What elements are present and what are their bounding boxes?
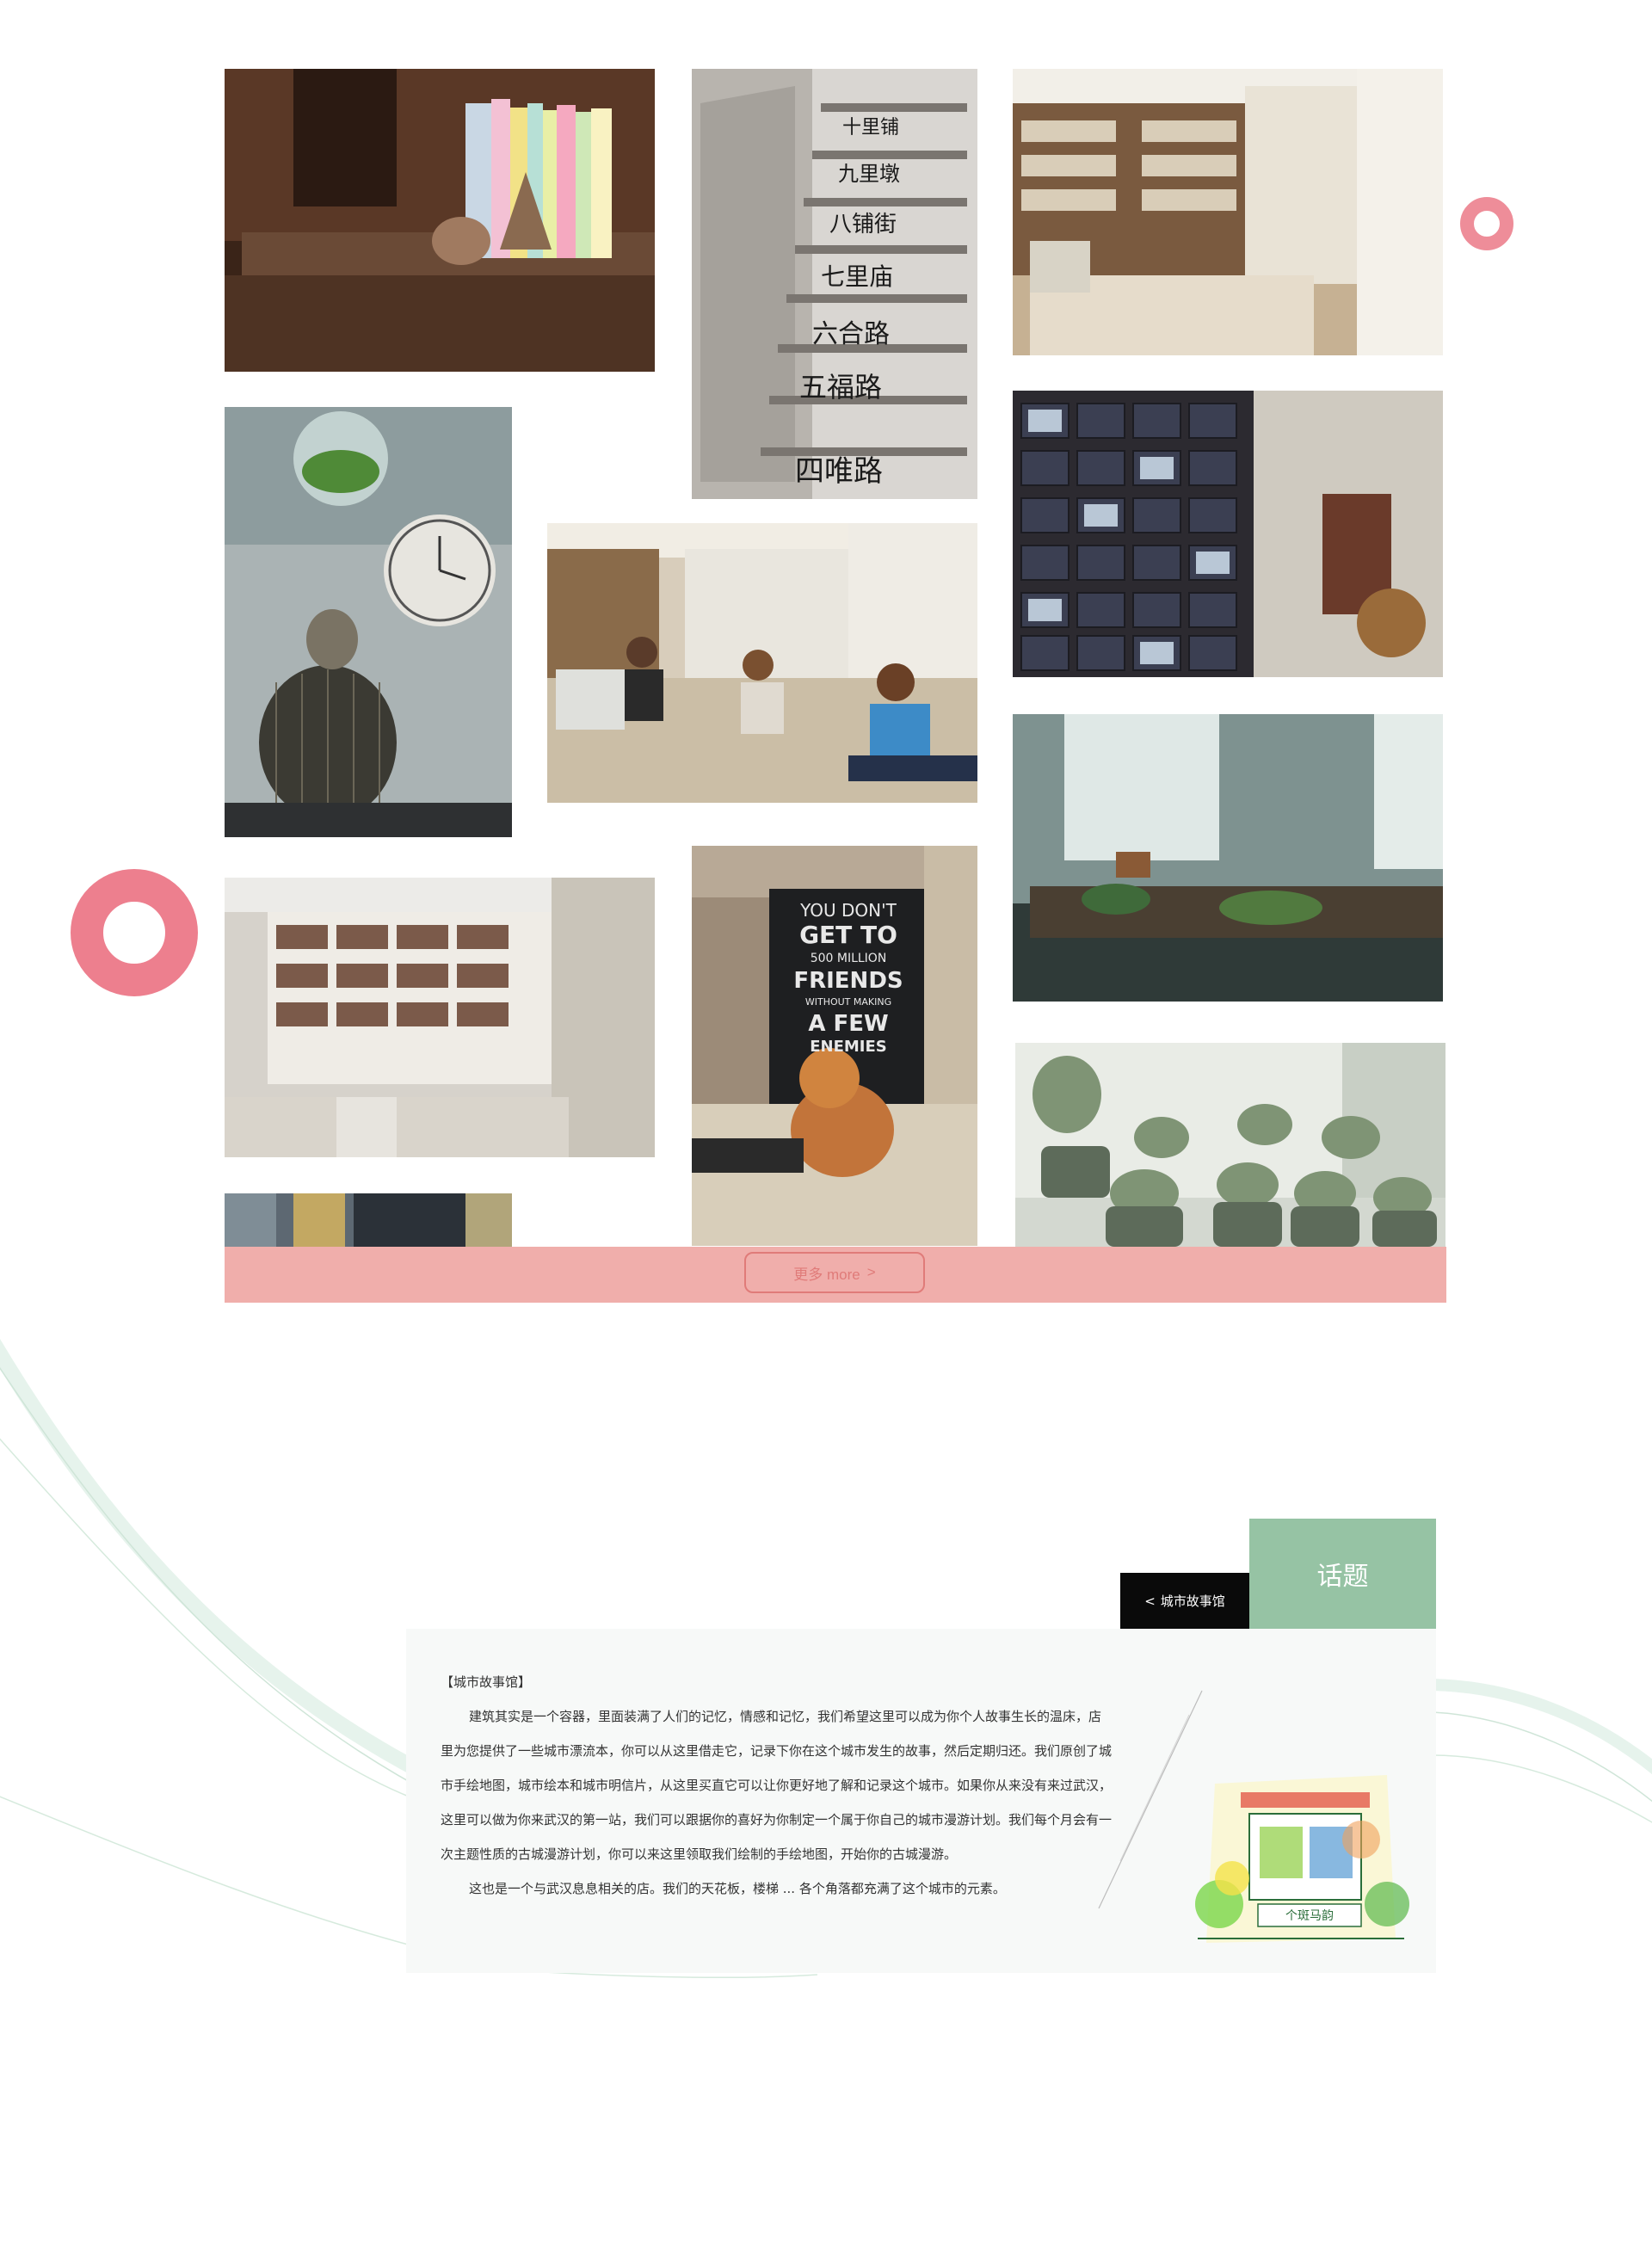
story-card: 【城市故事馆】 建筑其实是一个容器，里面装满了人们的记忆，情感和记忆，我们希望这… — [406, 1629, 1436, 1973]
poster-line: ENEMIES — [810, 1038, 887, 1056]
people-cafe-icon — [547, 523, 977, 803]
photo-framed-photo-wall — [1013, 391, 1443, 677]
illustration-sign: 个斑马韵 — [1285, 1909, 1334, 1923]
photo-wall-icon — [1013, 391, 1443, 677]
deer-terrarium-icon — [1013, 714, 1443, 1002]
poster-line: WITHOUT MAKING — [804, 996, 892, 1008]
stair-label: 十里铺 — [842, 117, 900, 139]
photo-people-in-cafe — [547, 523, 977, 803]
stair-label: 五福路 — [799, 371, 883, 404]
pink-ring-icon — [1460, 197, 1513, 250]
succulent-pots-icon — [1015, 1043, 1446, 1247]
books-squirrel-shelf-icon — [225, 69, 655, 372]
photo-library-room — [225, 878, 655, 1157]
poster-line: YOU DON'T — [800, 900, 897, 921]
poster-line: FRIENDS — [793, 968, 903, 994]
story-text: 【城市故事馆】 建筑其实是一个容器，里面装满了人们的记忆，情感和记忆，我们希望这… — [441, 1665, 1112, 1906]
more-button-label: 更多 more — [793, 1266, 860, 1283]
photo-partial-bottom — [225, 1193, 512, 1247]
photo-cat-on-table: YOU DON'T GET TO 500 MILLION FRIENDS WIT… — [692, 846, 977, 1246]
category-link-label: 城市故事馆 — [1160, 1593, 1225, 1609]
more-bar: 更多 more > — [225, 1247, 1446, 1303]
category-link[interactable]: < 城市故事馆 — [1120, 1573, 1249, 1629]
stair-label: 六合路 — [812, 319, 890, 349]
stair-label: 七里庙 — [821, 262, 894, 291]
story-title: 【城市故事馆】 — [441, 1674, 532, 1690]
photo-bookstore-interior — [1013, 69, 1443, 355]
pink-ring-icon — [71, 869, 198, 996]
poster-line: 500 MILLION — [810, 952, 887, 965]
photo-books-shelf — [225, 69, 655, 372]
stair-label: 九里墩 — [838, 162, 900, 186]
photo-deer-terrarium — [1013, 714, 1443, 1002]
stair-label: 八铺街 — [829, 212, 897, 237]
stair-label: 四唯路 — [795, 454, 883, 489]
story-paragraph: 建筑其实是一个容器，里面装满了人们的记忆，情感和记忆，我们希望这里可以成为你个人… — [441, 1709, 1113, 1862]
poster-line: A FEW — [808, 1011, 889, 1037]
photo-succulents — [1015, 1043, 1446, 1247]
chevron-right-icon: > — [866, 1264, 876, 1280]
topic-tag: 话题 — [1249, 1519, 1436, 1629]
photo-painted-stairs: 十里铺 九里墩 八铺街 七里庙 六合路 五福路 四唯路 — [692, 69, 977, 499]
photo-cat-birdcage-clock — [225, 407, 512, 837]
partial-photo-icon — [225, 1193, 512, 1247]
bookstore-interior-icon — [1013, 69, 1443, 355]
cat-clock-birdcage-icon — [225, 407, 512, 837]
chevron-left-icon: < — [1144, 1593, 1156, 1609]
library-room-icon — [225, 878, 655, 1157]
story-paragraph: 这也是一个与武汉息息相关的店。我们的天花板，楼梯 ... 各个角落都充满了这个城… — [469, 1881, 1006, 1896]
poster-line: GET TO — [799, 921, 897, 949]
illustration-shop: 个斑马韵 — [1180, 1758, 1421, 1956]
more-button[interactable]: 更多 more > — [744, 1252, 925, 1293]
watercolor-shopfront-icon — [1180, 1758, 1421, 1956]
